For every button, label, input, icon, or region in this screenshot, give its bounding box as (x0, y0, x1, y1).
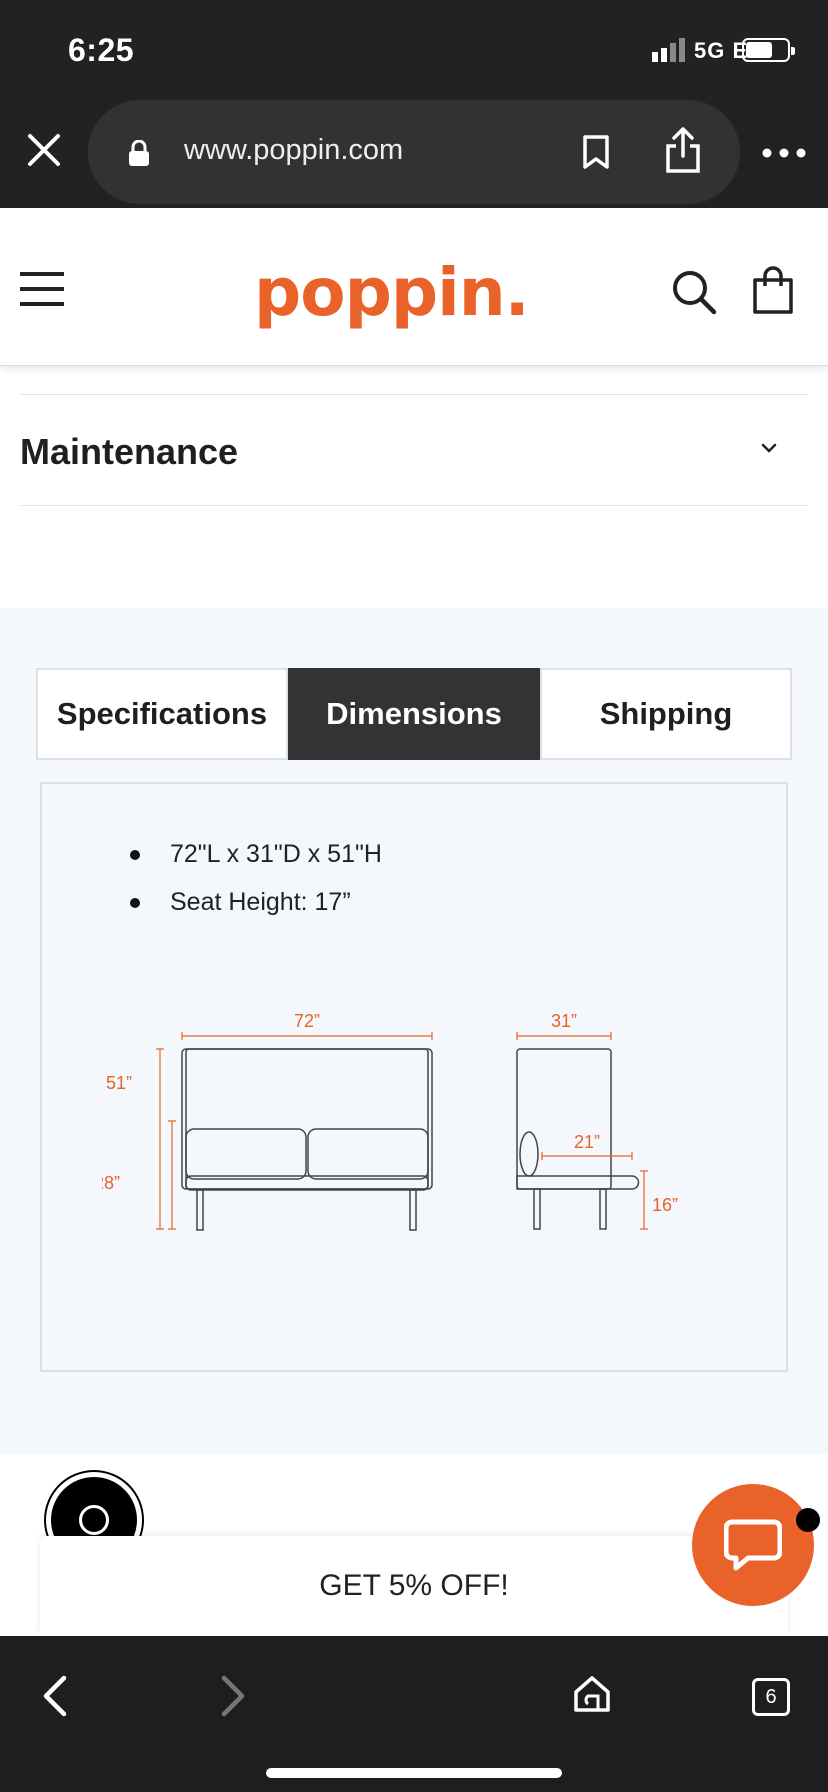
network-label: 5G E (694, 38, 749, 63)
height-label: 51” (106, 1073, 132, 1093)
menu-icon[interactable] (20, 272, 64, 306)
tab-dimensions[interactable]: Dimensions (288, 668, 540, 760)
bookmark-icon[interactable] (580, 134, 612, 170)
arm-height-label: 28” (102, 1173, 120, 1193)
home-icon[interactable] (572, 1674, 612, 1714)
chat-button[interactable] (692, 1484, 814, 1606)
more-icon[interactable] (762, 148, 806, 158)
clock: 6:25 (68, 32, 135, 68)
share-icon[interactable] (664, 126, 702, 174)
seat-height-label: 16” (652, 1195, 678, 1215)
search-icon[interactable] (670, 268, 718, 316)
lock-icon (129, 140, 149, 166)
status-bar: 6:25 5G E (0, 0, 828, 100)
forward-icon[interactable] (218, 1674, 248, 1718)
tab-shipping[interactable]: Shipping (540, 668, 792, 760)
details-tabs: Specifications Dimensions Shipping (36, 668, 792, 760)
accessibility-icon (79, 1505, 109, 1535)
tab-specifications[interactable]: Specifications (36, 668, 288, 760)
list-item: 72"L x 31"D x 51"H (130, 840, 382, 868)
chat-icon (724, 1519, 782, 1571)
length-label: 72” (294, 1011, 320, 1031)
address-bar[interactable]: www.poppin.com (88, 100, 740, 204)
browser-bottom-bar: 6 (0, 1636, 828, 1792)
dimensions-panel: 72"L x 31"D x 51"H Seat Height: 17” 72” … (40, 782, 788, 1372)
accordion-title: Maintenance (20, 431, 239, 472)
browser-toolbar: www.poppin.com (0, 100, 828, 208)
dimension-lines (156, 1032, 648, 1230)
back-icon[interactable] (40, 1674, 70, 1718)
signal-icon (652, 38, 685, 62)
battery-icon (742, 38, 795, 62)
depth-label: 31” (551, 1011, 577, 1031)
home-indicator (266, 1768, 562, 1778)
product-details-section: Specifications Dimensions Shipping 72"L … (0, 608, 828, 1454)
seat-depth-label: 21” (574, 1132, 600, 1152)
site-header: poppin. (0, 208, 828, 366)
list-item: Seat Height: 17” (130, 888, 382, 916)
sofa-front-view (181, 1048, 433, 1231)
tabs-count-button[interactable]: 6 (752, 1678, 790, 1716)
chat-badge (796, 1508, 820, 1532)
poppin-logo[interactable]: poppin. (254, 254, 530, 331)
dimension-list: 72"L x 31"D x 51"H Seat Height: 17” (130, 840, 382, 936)
sofa-dimension-diagram: 72” 31” 21” 51” 28” 16” (102, 1011, 678, 1231)
maintenance-accordion[interactable]: Maintenance (20, 394, 808, 506)
close-icon[interactable] (24, 130, 64, 170)
url-text: www.poppin.com (184, 134, 404, 166)
chevron-down-icon (761, 443, 777, 453)
shopping-bag-icon[interactable] (752, 266, 794, 314)
dimension-labels: 72” 31” 21” 51” 28” 16” (102, 1011, 678, 1215)
promo-banner[interactable]: GET 5% OFF! (40, 1536, 788, 1636)
promo-label: GET 5% OFF! (319, 1569, 509, 1602)
